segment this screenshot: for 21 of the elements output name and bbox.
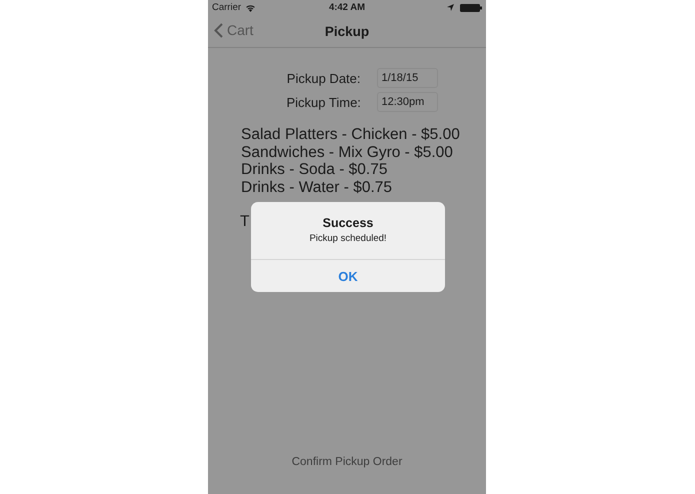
order-item: Drinks - Water - $0.75 xyxy=(241,178,394,196)
input-field[interactable]: 12:30pm xyxy=(376,92,438,112)
ok-button[interactable]: OK xyxy=(251,259,445,292)
order-total: T xyxy=(240,213,250,230)
alert-message: Pickup scheduled! xyxy=(309,233,387,244)
alert-title: Success xyxy=(322,216,374,230)
status-time: 4:42 AM xyxy=(328,2,366,13)
field-label: Pickup Date: xyxy=(286,70,360,86)
field-label: Pickup Time: xyxy=(286,94,360,110)
wifi-icon xyxy=(245,4,256,12)
location-arrow-icon xyxy=(446,4,454,11)
order-item: Drinks - Soda - $0.75 xyxy=(241,161,388,178)
battery-icon xyxy=(460,4,482,12)
chevron-icon xyxy=(214,22,223,38)
carrier-name: Carrier xyxy=(212,2,242,13)
confirm-button[interactable]: Confirm Pickup Order xyxy=(292,456,402,468)
order-item: Sandwiches - Mix Gyro - $5.00 xyxy=(241,144,454,161)
order-item: Salad Platters - Chicken - $5.00 xyxy=(241,126,461,144)
screen-title: Pickup xyxy=(324,24,370,38)
back-button[interactable]: Cart xyxy=(214,22,254,38)
input-field[interactable]: 1/18/15 xyxy=(376,68,438,88)
